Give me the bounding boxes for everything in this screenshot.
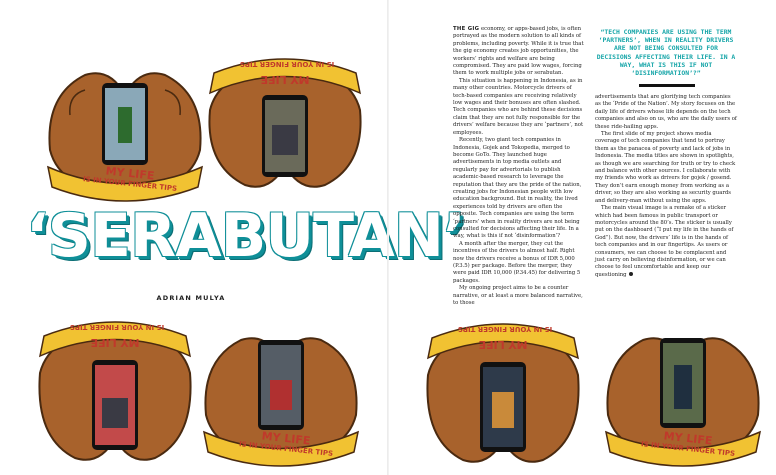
sticker-illustration: MY LIFE IS IN YOUR FINGER TIPS <box>40 55 210 205</box>
magazine-spread: MY LIFE IS IN YOUR FINGER TIPS MY LIFE I… <box>0 0 776 475</box>
paragraph: My ongoing project aims to be a counter … <box>453 285 583 307</box>
paragraph: This situation is happening in Indonesia… <box>453 77 584 136</box>
sticker-text-line2: IS IN YOUR FINGER TIPS <box>69 323 165 331</box>
paragraph: advertisements that are glorifying tech … <box>595 94 737 130</box>
sticker-text-line2: IS IN YOUR FINGER TIPS <box>239 60 335 68</box>
text-column-1: THE GIG economy, or apps-based jobs, is … <box>453 26 585 307</box>
text-column-2: advertisements that are glorifying tech … <box>595 94 737 279</box>
sticker-illustration: MY LIFE IS IN YOUR FINGER TIPS <box>200 55 370 205</box>
paragraph: The main visual image is a remake of a s… <box>595 205 737 279</box>
article-title: ‘SERABUTAN’ <box>26 201 466 271</box>
sticker-text-line2: IS IN YOUR FINGER TIPS <box>457 325 553 333</box>
paragraph-text: The main visual image is a remake of a s… <box>595 205 734 278</box>
article-byline: ADRIAN MULYA <box>156 294 226 302</box>
end-mark-icon <box>628 272 633 277</box>
sticker-text-line1: MY LIFE <box>90 336 140 349</box>
pull-quote-rule <box>639 84 695 87</box>
sticker-illustration: MY LIFE IS IN YOUR FINGER TIPS <box>196 320 366 470</box>
sticker-text-line1: MY LIFE <box>260 73 310 86</box>
page-gutter <box>387 0 389 475</box>
sticker-illustration: MY LIFE IS IN YOUR FINGER TIPS <box>418 320 588 470</box>
paragraph: A month after the merger, they cut the i… <box>453 240 581 284</box>
paragraph: The first slide of my project shows medi… <box>595 131 736 204</box>
sticker-illustration: MY LIFE IS IN YOUR FINGER TIPS <box>30 318 200 468</box>
paragraph-text: economy, or apps-based jobs, is often po… <box>453 26 584 77</box>
sticker-text-line1: MY LIFE <box>478 338 528 351</box>
sticker-illustration: MY LIFE IS IN YOUR FINGER TIPS <box>598 320 768 470</box>
paragraph: Recently, two giant tech companies in In… <box>453 137 582 240</box>
paragraph: THE GIG economy, or apps-based jobs, is … <box>453 26 585 78</box>
pull-quote: “TECH COMPANIES ARE USING THE TERM ‘PART… <box>596 28 736 78</box>
lead-in: THE GIG <box>453 26 480 32</box>
